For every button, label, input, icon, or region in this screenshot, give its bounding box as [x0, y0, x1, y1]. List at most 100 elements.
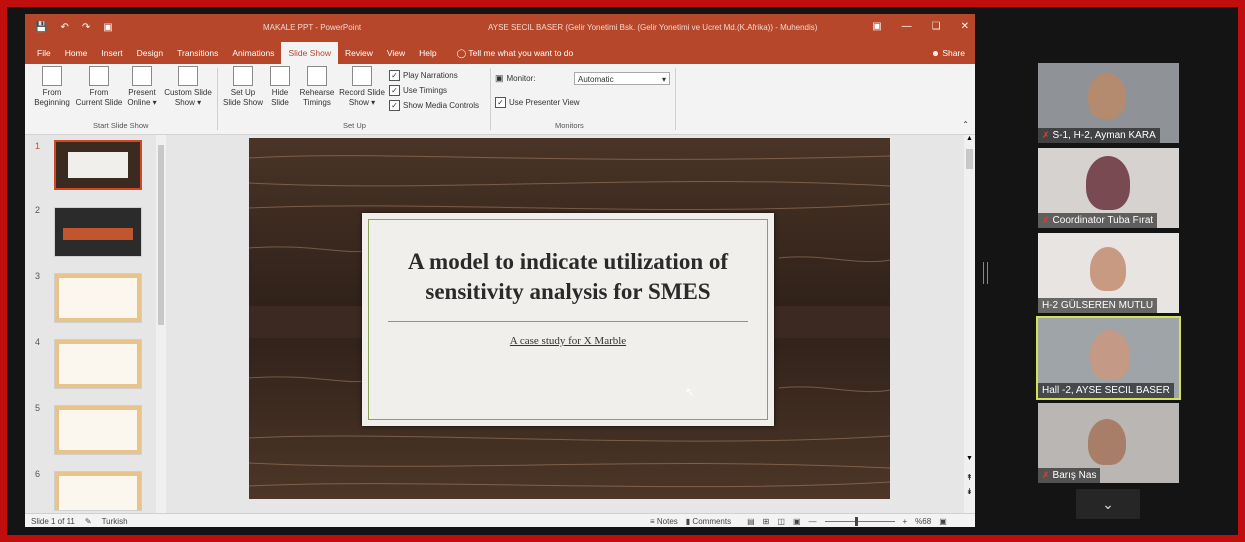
show-media-controls-checkbox[interactable]: ✓ Show Media Controls — [389, 100, 479, 111]
zoom-in-icon[interactable]: + — [903, 517, 908, 526]
checkbox-checked-icon: ✓ — [495, 97, 506, 108]
slide-title[interactable]: A model to indicate utilization of sensi… — [362, 247, 774, 307]
slide-thumbnail-2[interactable] — [54, 207, 142, 257]
checkbox-checked-icon: ✓ — [389, 100, 400, 111]
tab-design[interactable]: Design — [130, 42, 170, 64]
next-slide-icon[interactable]: ↡ — [966, 487, 973, 496]
present-icon[interactable]: ▣ — [103, 22, 112, 33]
tab-animations[interactable]: Animations — [225, 42, 281, 64]
thumbnails-scrollbar[interactable] — [156, 135, 166, 513]
ribbon-tabs: File Home Insert Design Transitions Anim… — [25, 42, 975, 64]
video-feed — [1090, 247, 1126, 291]
participant-label: ✗ S-1, H-2, Ayman KARA — [1038, 128, 1160, 143]
tab-view[interactable]: View — [380, 42, 412, 64]
participant-label: ✗ Coordinator Tuba Fırat — [1038, 213, 1158, 228]
slide-number: 5 — [35, 403, 41, 413]
notes-button[interactable]: ≡ Notes — [650, 517, 678, 526]
share-button[interactable]: ☻ Share — [931, 42, 965, 64]
comments-button[interactable]: ▮ Comments — [686, 517, 731, 526]
mic-muted-icon: ✗ — [1042, 130, 1050, 140]
save-icon[interactable]: 💾 — [35, 22, 47, 33]
zoom-slider[interactable] — [824, 517, 895, 526]
from-current-slide-button[interactable]: From Current Slide — [75, 66, 123, 108]
button-label: Hide — [271, 88, 289, 97]
slide-thumbnail-3[interactable] — [54, 273, 142, 323]
panel-resize-handle[interactable] — [983, 262, 988, 284]
scrollbar-thumb[interactable] — [966, 149, 973, 169]
tab-review[interactable]: Review — [338, 42, 380, 64]
user-account[interactable]: AYSE SECIL BASER (Gelir Yonetimi Bsk. (G… — [488, 23, 817, 32]
monitor-select[interactable]: Automatic ▾ — [574, 72, 670, 85]
chevron-down-icon[interactable]: ⌄ — [1076, 489, 1140, 519]
redo-icon[interactable]: ↷ — [82, 22, 90, 33]
from-beginning-button[interactable]: From Beginning — [29, 66, 75, 108]
normal-view-icon[interactable]: ▤ — [747, 517, 755, 526]
record-slide-show-button[interactable]: Record Slide Show ▾ — [337, 66, 387, 108]
zoom-slider-handle[interactable] — [854, 517, 858, 526]
use-presenter-view-checkbox[interactable]: ✓ Use Presenter View — [495, 97, 580, 108]
close-icon[interactable]: ✕ — [961, 21, 969, 32]
zoom-out-icon[interactable]: — — [809, 517, 817, 526]
mouse-cursor-icon: ↖ — [685, 385, 696, 399]
scroll-up-icon[interactable]: ▲ — [966, 135, 973, 142]
button-label: From — [42, 88, 62, 97]
button-label: Custom Slide — [164, 88, 212, 97]
slideshow-view-icon[interactable]: ▣ — [793, 517, 801, 526]
collapse-ribbon-icon[interactable]: ⌃ — [962, 120, 969, 129]
language[interactable]: Turkish — [102, 517, 128, 526]
spellcheck-icon[interactable]: ✎ — [85, 517, 92, 526]
comments-label: Comments — [692, 517, 732, 526]
tab-help[interactable]: Help — [412, 42, 443, 64]
group-start-slide-show: Start Slide Show — [93, 121, 149, 130]
tab-file[interactable]: File — [25, 42, 58, 64]
scroll-down-icon[interactable]: ▼ — [966, 455, 973, 462]
ribbon-display-icon[interactable]: ▣ — [872, 21, 881, 32]
hide-slide-button[interactable]: Hide Slide — [268, 66, 292, 108]
button-label: Set Up — [230, 88, 256, 97]
thumbnail-page — [59, 278, 137, 318]
rehearse-timings-button[interactable]: Rehearse Timings — [297, 66, 337, 108]
present-online-button[interactable]: Present Online ▾ — [125, 66, 159, 108]
slide-scrollbar[interactable]: ▲ ▼ ↟ ↡ — [964, 135, 975, 513]
slide-thumbnail-5[interactable] — [54, 405, 142, 455]
document-title: MAKALE PPT - PowerPoint — [263, 23, 362, 32]
slide-number: 1 — [35, 141, 41, 151]
slide-thumbnail-1[interactable] — [54, 140, 142, 190]
person-icon: ☻ — [930, 48, 940, 58]
tab-slide-show[interactable]: Slide Show — [281, 42, 338, 64]
slide-thumbnail-4[interactable] — [54, 339, 142, 389]
slide-canvas[interactable]: A model to indicate utilization of sensi… — [249, 138, 890, 499]
checkbox-checked-icon: ✓ — [389, 70, 400, 81]
use-timings-checkbox[interactable]: ✓ Use Timings — [389, 85, 447, 96]
custom-slide-show-button[interactable]: Custom Slide Show ▾ — [161, 66, 215, 108]
participant-tile[interactable]: H-2 GÜLSEREN MUTLU — [1038, 233, 1179, 313]
scrollbar-thumb[interactable] — [158, 145, 164, 325]
group-monitors: Monitors — [555, 121, 584, 130]
notes-label: Notes — [656, 517, 678, 526]
slide-subtitle[interactable]: A case study for X Marble — [362, 335, 774, 347]
minimize-icon[interactable]: — — [902, 21, 912, 32]
participant-tile-active-speaker[interactable]: Hall -2, AYSE SECIL BASER — [1036, 316, 1181, 400]
participant-tile[interactable]: ✗ Barış Nas — [1038, 403, 1179, 483]
stopwatch-icon — [307, 66, 327, 86]
zoom-level[interactable]: %68 — [915, 517, 931, 526]
tell-me-search[interactable]: ◯ Tell me what you want to do — [450, 42, 581, 64]
participant-tile[interactable]: ✗ Coordinator Tuba Fırat — [1038, 148, 1179, 228]
set-up-slide-show-button[interactable]: Set Up Slide Show — [220, 66, 266, 108]
monitor-select-value: Automatic — [578, 75, 614, 84]
slide-thumbnail-6[interactable] — [54, 471, 142, 511]
ribbon: From Beginning From Current Slide Presen… — [25, 64, 975, 135]
tab-insert[interactable]: Insert — [94, 42, 129, 64]
fit-slide-icon[interactable]: ▣ — [939, 517, 947, 526]
present-online-icon — [132, 66, 152, 86]
participant-tile[interactable]: ✗ S-1, H-2, Ayman KARA — [1038, 63, 1179, 143]
slide-sorter-icon[interactable]: ⊞ — [763, 517, 770, 526]
tab-home[interactable]: Home — [58, 42, 95, 64]
undo-icon[interactable]: ↶ — [60, 22, 68, 33]
previous-slide-icon[interactable]: ↟ — [966, 473, 973, 482]
tab-transitions[interactable]: Transitions — [170, 42, 225, 64]
play-narrations-checkbox[interactable]: ✓ Play Narrations — [389, 70, 458, 81]
restore-icon[interactable]: ❏ — [932, 21, 941, 32]
reading-view-icon[interactable]: ◫ — [777, 517, 785, 526]
button-label: Timings — [303, 98, 331, 107]
